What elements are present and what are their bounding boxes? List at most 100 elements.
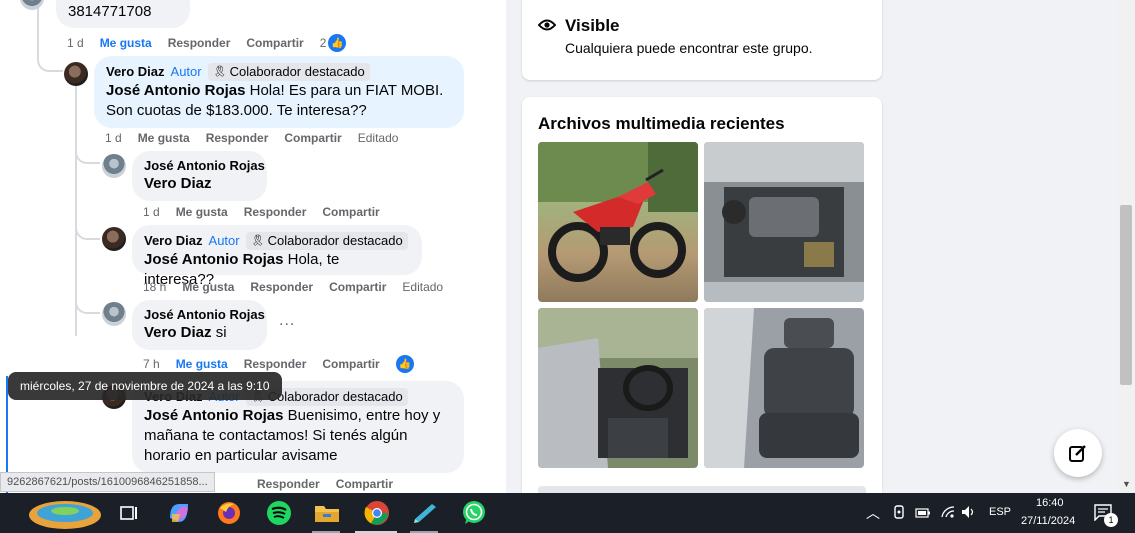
scroll-down-arrow[interactable]: ▼ [1122, 479, 1131, 489]
thread-connector [75, 140, 100, 164]
chevron-up-icon[interactable]: ︿ [866, 503, 880, 523]
comment-actions: 1 d Me gusta Responder Compartir 2 👍 [67, 34, 362, 52]
language-indicator[interactable]: ESP [989, 506, 1011, 518]
edited-label: Editado [357, 131, 399, 145]
award-icon: 🎗 [250, 235, 265, 247]
whatsapp-icon[interactable] [459, 498, 489, 528]
visibility-description: Cualquiera puede encontrar este grupo. [565, 40, 813, 56]
eye-icon [538, 19, 556, 31]
media-photo[interactable] [538, 308, 698, 468]
comment-author[interactable]: Vero Diaz [144, 233, 203, 249]
more-options-button[interactable]: ... [279, 312, 295, 330]
comment-text: José Antonio Rojas Hola! Es para un FIAT… [106, 81, 452, 121]
visibility-card: Visible Cualquiera puede encontrar este … [522, 0, 882, 80]
file-explorer-icon[interactable] [312, 498, 342, 528]
comment-text: Vero Diaz si [144, 323, 255, 343]
avatar[interactable] [102, 302, 126, 326]
like-button[interactable]: Me gusta [100, 36, 152, 50]
visibility-title: Visible [565, 16, 620, 35]
comment-bubble: José Antonio Rojas Vero Diaz si [132, 300, 267, 350]
share-button[interactable]: Compartir [246, 36, 303, 50]
mention-link[interactable]: Vero Diaz [144, 324, 212, 341]
weather-widget-icon[interactable] [26, 496, 104, 532]
compose-icon [1069, 445, 1086, 462]
meet-now-icon[interactable] [892, 505, 906, 522]
avatar[interactable] [64, 62, 88, 86]
reply-button[interactable]: Responder [244, 205, 307, 219]
badge-label: Colaborador destacado [229, 64, 365, 79]
comment-actions: 18 h Me gusta Responder Compartir Editad… [143, 280, 459, 294]
share-button[interactable]: Compartir [322, 205, 379, 219]
recent-media-card: Archivos multimedia recientes [522, 97, 882, 507]
mention-link[interactable]: José Antonio Rojas [144, 407, 283, 424]
comment-text: José Antonio Rojas Buenisimo, entre hoy … [144, 406, 452, 466]
reply-button[interactable]: Responder [250, 280, 313, 294]
thread-connector [75, 214, 100, 240]
comment-time[interactable]: 18 h [143, 280, 166, 294]
comment-author-row: Vero Diaz Autor 🎗Colaborador destacado [106, 63, 452, 81]
comment-body: si [211, 324, 227, 341]
comment-bubble: José Antonio Rojas Vero Diaz [132, 151, 267, 201]
comment-actions: 1 d Me gusta Responder Compartir [143, 205, 396, 219]
share-button[interactable]: Compartir [284, 131, 341, 145]
comment-actions: 1 d Me gusta Responder Compartir Editado [105, 131, 414, 145]
notes-app-icon[interactable] [410, 498, 440, 528]
battery-icon[interactable] [915, 507, 931, 521]
badge-label: Colaborador destacado [267, 233, 403, 248]
reply-button[interactable]: Responder [244, 357, 307, 371]
clock-time[interactable]: 16:40 [1036, 497, 1064, 509]
comment-bubble: Vero Diaz Autor 🎗Colaborador destacado J… [132, 225, 422, 288]
comment-author[interactable]: José Antonio Rojas [144, 158, 265, 174]
contributor-badge: 🎗Colaborador destacado [245, 232, 408, 250]
share-button[interactable]: Compartir [329, 280, 386, 294]
mention-link[interactable]: José Antonio Rojas [106, 82, 245, 99]
comment-actions: Responder Compartir [257, 477, 409, 491]
like-button[interactable]: Me gusta [138, 131, 190, 145]
like-button[interactable]: Me gusta [176, 357, 228, 371]
comment-author[interactable]: José Antonio Rojas [144, 307, 265, 323]
avatar[interactable] [102, 154, 126, 178]
reply-button[interactable]: Responder [168, 36, 231, 50]
thread-connector [37, 42, 63, 72]
media-photo[interactable] [704, 308, 864, 468]
mention-link[interactable]: Vero Diaz [144, 175, 212, 192]
share-button[interactable]: Compartir [336, 477, 393, 491]
scrollbar-thumb[interactable] [1120, 205, 1132, 385]
like-button[interactable]: Me gusta [182, 280, 234, 294]
mention-link[interactable]: José Antonio Rojas [144, 251, 283, 268]
comment-time[interactable]: 1 d [67, 36, 84, 50]
author-role: Autor [170, 64, 202, 79]
copilot-icon[interactable] [164, 498, 194, 528]
chrome-icon[interactable] [362, 498, 392, 528]
comment-time[interactable]: 1 d [143, 205, 160, 219]
contributor-badge: 🎗Colaborador destacado [207, 63, 370, 81]
firefox-icon[interactable] [214, 498, 244, 528]
reply-button[interactable]: Responder [257, 477, 320, 491]
compose-button[interactable] [1054, 429, 1102, 477]
reply-button[interactable]: Responder [206, 131, 269, 145]
volume-icon[interactable] [961, 505, 977, 522]
comment-time[interactable]: 7 h [143, 357, 160, 371]
media-title: Archivos multimedia recientes [538, 114, 785, 133]
task-view-icon[interactable] [114, 498, 144, 528]
comment-time[interactable]: 1 d [105, 131, 122, 145]
award-icon: 🎗 [212, 66, 227, 78]
share-button[interactable]: Compartir [322, 357, 379, 371]
like-button[interactable]: Me gusta [176, 205, 228, 219]
status-url: 9262867621/posts/1610096846251858... [0, 472, 215, 492]
timestamp-tooltip: miércoles, 27 de noviembre de 2024 a las… [8, 372, 282, 400]
notification-badge: 1 [1104, 513, 1118, 527]
spotify-icon[interactable] [264, 498, 294, 528]
media-photo[interactable] [538, 142, 698, 302]
avatar[interactable] [102, 227, 126, 251]
comment-bubble: Vero Diaz Autor 🎗Colaborador destacado J… [94, 56, 464, 128]
author-role: Autor [208, 233, 240, 248]
reaction-count[interactable]: 2 [320, 36, 327, 50]
badge-label: Colaborador destacado [267, 389, 403, 404]
clock-date[interactable]: 27/11/2024 [1021, 515, 1075, 527]
avatar[interactable] [20, 0, 44, 10]
comments-panel: 3814771708 1 d Me gusta Responder Compar… [0, 0, 506, 493]
media-photo[interactable] [704, 142, 864, 302]
comment-author[interactable]: Vero Diaz [106, 64, 165, 80]
wifi-icon[interactable] [940, 505, 956, 522]
